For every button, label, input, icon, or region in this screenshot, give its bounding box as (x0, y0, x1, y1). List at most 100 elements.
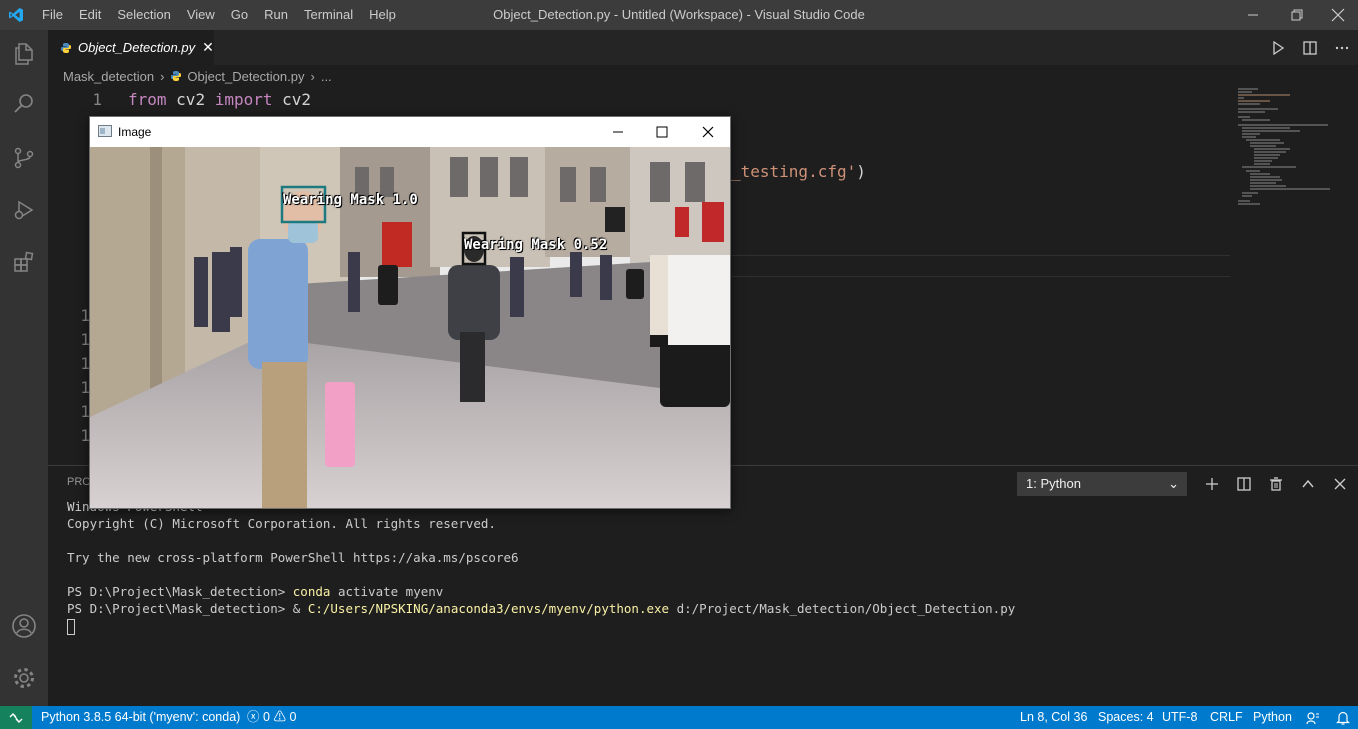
search-button[interactable] (0, 80, 48, 128)
python-file-icon (171, 71, 182, 81)
panel-tab-problems[interactable]: PRO (67, 476, 91, 488)
split-terminal-button[interactable] (1228, 477, 1260, 491)
status-bar: Python 3.8.5 64-bit ('myenv': conda) ⓧ 0… (0, 706, 1358, 729)
menu-edit[interactable]: Edit (71, 0, 109, 30)
tab-close-icon[interactable]: ✕ (202, 39, 214, 56)
title-bar: File Edit Selection View Go Run Terminal… (0, 0, 1358, 30)
warning-icon: ⚠ (273, 710, 286, 724)
code-partial-line: _testing.cfg') (731, 162, 866, 181)
window-app-icon (98, 125, 112, 137)
plus-icon (1206, 478, 1218, 490)
indentation[interactable]: Spaces: 4 (1098, 706, 1154, 729)
minimize-icon (613, 131, 623, 133)
split-terminal-icon (1237, 477, 1251, 491)
panel-actions (1196, 472, 1356, 496)
editor-actions (1262, 30, 1358, 65)
bell-icon (1336, 711, 1350, 725)
import-name: cv2 (282, 90, 312, 109)
split-editor-button[interactable] (1294, 40, 1326, 55)
manage-button[interactable] (0, 654, 48, 702)
terminal-args: d:/Project/Mask_detection/Object_Detecti… (669, 601, 1016, 616)
minimize-icon (1248, 14, 1258, 16)
code-line-1: from cv2 import cv2 (128, 90, 311, 109)
terminal-command: C:/Users/NPSKING/anaconda3/envs/myenv/py… (307, 601, 670, 616)
maximize-panel-button[interactable] (1292, 477, 1324, 491)
menu-view[interactable]: View (179, 0, 223, 30)
line-number: 1 (80, 354, 90, 373)
module-name: cv2 (176, 90, 206, 109)
minimize-button[interactable] (1230, 0, 1276, 30)
menu-run[interactable]: Run (256, 0, 296, 30)
run-debug-button[interactable] (0, 186, 48, 234)
play-icon (1273, 40, 1285, 55)
chevron-up-icon (1302, 479, 1314, 488)
run-file-button[interactable] (1262, 40, 1294, 55)
source-control-button[interactable] (0, 134, 48, 182)
ellipsis-icon (1335, 46, 1349, 49)
feedback-button[interactable] (1306, 706, 1320, 729)
menu-selection[interactable]: Selection (109, 0, 178, 30)
remote-icon (9, 712, 23, 723)
image-close-button[interactable] (685, 117, 731, 147)
terminal-selector-value: 1: Python (1026, 476, 1081, 491)
close-panel-button[interactable] (1324, 477, 1356, 491)
terminal-line: Try the new cross-platform PowerShell ht… (67, 550, 519, 565)
image-maximize-button[interactable] (639, 117, 685, 147)
close-icon (1331, 8, 1345, 22)
split-editor-icon (1303, 40, 1317, 55)
line-highlight-bottom (728, 276, 1230, 277)
remote-button[interactable] (0, 706, 32, 729)
cursor-position[interactable]: Ln 8, Col 36 (1020, 706, 1087, 729)
image-minimize-button[interactable] (595, 117, 641, 147)
run-debug-icon (14, 200, 34, 220)
kill-terminal-button[interactable] (1260, 477, 1292, 491)
restore-button[interactable] (1274, 0, 1320, 30)
error-count: 0 (263, 710, 270, 724)
breadcrumb-more[interactable]: ... (321, 69, 332, 84)
gear-icon (14, 668, 34, 688)
python-file-icon (61, 42, 71, 53)
accounts-button[interactable] (0, 602, 48, 650)
menu-bar: File Edit Selection View Go Run Terminal… (34, 0, 404, 30)
problems-status[interactable]: ⓧ 0 ⚠ 0 (247, 706, 296, 729)
terminal-selector[interactable]: 1: Python ⌄ (1017, 472, 1187, 496)
notifications-button[interactable] (1336, 706, 1350, 729)
menu-file[interactable]: File (34, 0, 71, 30)
terminal-line: PS D:\Project\Mask_detection> conda acti… (67, 583, 1015, 600)
end-of-line[interactable]: CRLF (1210, 706, 1243, 729)
image-window-title: Image (118, 125, 152, 139)
language-mode[interactable]: Python (1253, 706, 1292, 729)
terminal-output[interactable]: Windows PowerShellCopyright (C) Microsof… (67, 498, 1015, 635)
line-number: 1 (80, 378, 90, 397)
menu-terminal[interactable]: Terminal (296, 0, 361, 30)
minimap-code-preview (1238, 88, 1330, 205)
terminal-command: conda (292, 584, 331, 599)
terminal-prompt: PS D:\Project\Mask_detection> & (67, 601, 308, 616)
encoding[interactable]: UTF-8 (1162, 706, 1197, 729)
opencv-image-window[interactable]: Image Wearing Mask 1.0 Wearing Mask 0.52 (89, 116, 731, 509)
breadcrumb-folder[interactable]: Mask_detection (63, 69, 154, 84)
tab-object-detection[interactable]: Object_Detection.py ✕ (48, 30, 214, 65)
more-actions-button[interactable] (1326, 41, 1358, 55)
menu-go[interactable]: Go (223, 0, 256, 30)
trash-icon (1270, 477, 1282, 491)
keyword-from: from (128, 90, 167, 109)
chevron-down-icon: ⌄ (1168, 476, 1179, 491)
menu-help[interactable]: Help (361, 0, 404, 30)
close-icon (1334, 478, 1346, 490)
extensions-button[interactable] (0, 238, 48, 286)
account-icon (12, 614, 36, 638)
breadcrumb-file[interactable]: Object_Detection.py (187, 69, 304, 84)
line-number: 1 (80, 426, 90, 445)
terminal-cursor (67, 618, 75, 635)
image-window-titlebar[interactable]: Image (90, 117, 730, 147)
tab-label: Object_Detection.py (78, 40, 196, 55)
new-terminal-button[interactable] (1196, 477, 1228, 491)
close-window-button[interactable] (1318, 0, 1358, 30)
detection-label: Wearing Mask 0.52 (464, 237, 608, 253)
minimap[interactable] (1230, 87, 1358, 465)
explorer-button[interactable] (0, 30, 48, 78)
python-interpreter[interactable]: Python 3.8.5 64-bit ('myenv': conda) (41, 706, 240, 729)
line-highlight-top (728, 255, 1230, 256)
detection-frame: Wearing Mask 1.0 Wearing Mask 0.52 (90, 147, 730, 508)
